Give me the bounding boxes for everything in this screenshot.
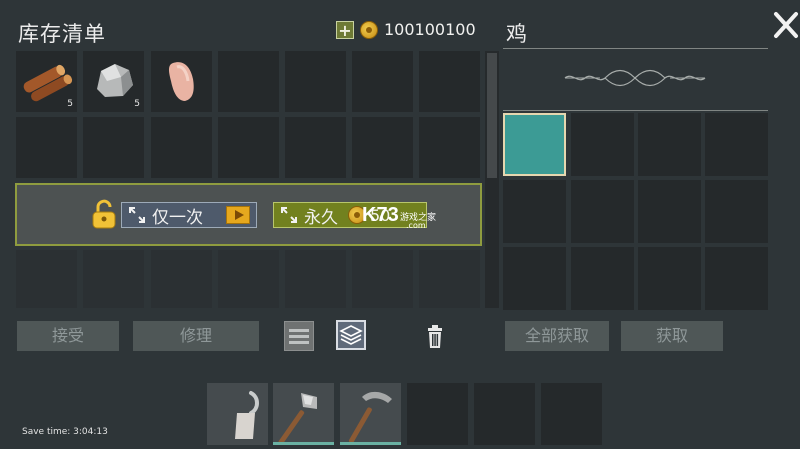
locked-slot: [419, 250, 480, 308]
hotbar-slot-axe[interactable]: [273, 383, 334, 445]
inventory-slot[interactable]: [151, 117, 212, 178]
item-count: 5: [67, 99, 73, 109]
inventory-title: 库存清单: [18, 22, 106, 46]
loot-divider: [503, 48, 768, 49]
close-icon[interactable]: [772, 6, 800, 44]
watermark-domain: .com: [406, 221, 426, 230]
locked-slot: [83, 250, 144, 308]
trash-button[interactable]: [420, 321, 450, 351]
stone-pickaxe-icon: [349, 391, 392, 444]
inventory-scrollbar[interactable]: [485, 51, 499, 308]
unlock-once-label: 仅一次: [152, 207, 203, 228]
loot-slot[interactable]: [705, 113, 768, 176]
inventory-slot-wood[interactable]: 5: [16, 51, 77, 112]
inventory-slot[interactable]: [352, 51, 413, 112]
hotbar-slot-pickaxe[interactable]: [340, 383, 401, 445]
raw-chicken-icon: [169, 62, 194, 101]
inventory-slot[interactable]: [218, 117, 279, 178]
inventory-slot[interactable]: [16, 117, 77, 178]
item-count: 5: [134, 99, 140, 109]
inventory-slot[interactable]: [83, 117, 144, 178]
expand-icon: [129, 207, 145, 223]
durability-bar: [340, 442, 401, 445]
loot-slot[interactable]: [705, 247, 768, 310]
save-time-label: Save time: 3:04:13: [22, 427, 108, 437]
hotbar-slot-hook[interactable]: [207, 383, 268, 445]
coin-balance: + 100100100: [336, 20, 476, 39]
trash-icon: [428, 325, 442, 348]
expand-icon: [281, 207, 297, 223]
inventory-slot[interactable]: [352, 117, 413, 178]
loot-divider: [503, 110, 768, 111]
loot-slot-selected[interactable]: [503, 113, 566, 176]
locked-slot: [352, 250, 413, 308]
durability-bar: [273, 442, 334, 445]
hotbar-slot[interactable]: [541, 383, 602, 445]
hotbar-slot[interactable]: [407, 383, 468, 445]
inventory-slot[interactable]: [285, 51, 346, 112]
inventory-slot-stone[interactable]: 5: [83, 51, 144, 112]
hook-icon: [235, 391, 259, 439]
unlock-padlock-icon: [92, 199, 116, 229]
watermark: K73 游戏之家 .com: [362, 200, 442, 234]
locked-slot: [285, 250, 346, 308]
accept-button[interactable]: 接受: [17, 321, 119, 351]
loot-slot[interactable]: [571, 113, 634, 176]
inventory-slot[interactable]: [419, 117, 480, 178]
loot-slot[interactable]: [638, 113, 701, 176]
flatten-button[interactable]: [284, 321, 314, 351]
take-all-button[interactable]: 全部获取: [505, 321, 609, 351]
locked-slot: [218, 250, 279, 308]
unlock-permanent-label: 永久: [304, 207, 338, 228]
loot-slot[interactable]: [638, 247, 701, 310]
inventory-slot[interactable]: [419, 51, 480, 112]
loot-slot[interactable]: [503, 180, 566, 243]
repair-button[interactable]: 修理: [133, 321, 259, 351]
loot-slot[interactable]: [571, 180, 634, 243]
ornament-divider-icon: [564, 69, 706, 87]
loot-slot[interactable]: [571, 247, 634, 310]
scrollbar-thumb[interactable]: [487, 53, 497, 178]
unlock-once-button[interactable]: 仅一次: [121, 202, 257, 228]
watch-video-icon: [226, 206, 250, 224]
layers-icon: [339, 325, 363, 345]
sort-layers-button[interactable]: [336, 320, 366, 350]
loot-title: 鸡: [506, 22, 528, 46]
coin-amount: 100100100: [384, 20, 476, 39]
watermark-logo: K73: [362, 204, 399, 226]
inventory-slot-chicken[interactable]: [151, 51, 212, 112]
take-button[interactable]: 获取: [621, 321, 723, 351]
inventory-slot[interactable]: [218, 51, 279, 112]
stone-axe-icon: [278, 393, 317, 445]
loot-slot[interactable]: [705, 180, 768, 243]
coin-icon: [360, 20, 378, 39]
locked-slot: [16, 250, 77, 308]
locked-slot: [151, 250, 212, 308]
hotbar-slot[interactable]: [474, 383, 535, 445]
loot-slot[interactable]: [503, 247, 566, 310]
stack-flat-icon: [289, 329, 309, 344]
add-coins-button[interactable]: +: [336, 20, 354, 39]
inventory-slot[interactable]: [285, 117, 346, 178]
loot-slot[interactable]: [638, 180, 701, 243]
